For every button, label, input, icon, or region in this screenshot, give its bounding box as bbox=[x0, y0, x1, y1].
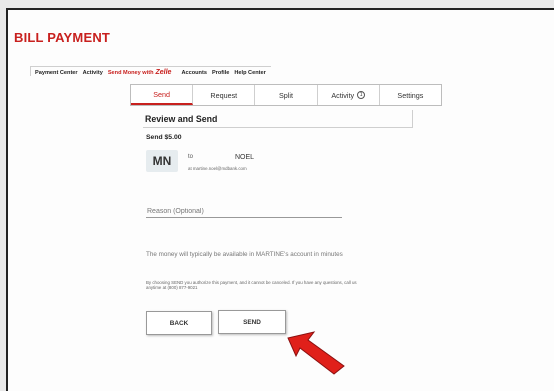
send-button[interactable]: SEND bbox=[218, 310, 286, 334]
back-button[interactable]: BACK bbox=[146, 311, 212, 335]
nav-payment-center[interactable]: Payment Center bbox=[35, 70, 78, 76]
tab-split-label: Split bbox=[279, 90, 293, 100]
red-arrow-shape bbox=[287, 331, 345, 375]
nav-send-money-label: Send Money with bbox=[107, 70, 154, 76]
tab-request[interactable]: Request bbox=[193, 85, 256, 105]
review-title: Review and Send bbox=[145, 114, 218, 124]
disclaimer-line-2: anytime at (800) 877-9021 bbox=[146, 285, 198, 290]
send-amount: Send $5.00 bbox=[146, 134, 182, 141]
tab-send-label: Send bbox=[153, 89, 170, 99]
tab-activity[interactable]: Activity 1 bbox=[318, 85, 380, 105]
zelle-logo: Zelle bbox=[155, 69, 172, 76]
review-header: Review and Send bbox=[143, 110, 413, 128]
tab-send[interactable]: Send bbox=[131, 85, 194, 105]
reason-input[interactable] bbox=[146, 205, 342, 218]
nav-activity[interactable]: Activity bbox=[83, 70, 103, 76]
zelle-tabs: Send Request Split Activity 1 Settings bbox=[130, 84, 442, 106]
tab-settings[interactable]: Settings bbox=[380, 85, 441, 105]
top-navigation: Payment Center Activity Send Money with Z… bbox=[30, 66, 271, 76]
nav-accounts[interactable]: Accounts bbox=[181, 70, 207, 76]
availability-message: The money will typically be available in… bbox=[146, 251, 343, 258]
tab-request-label: Request bbox=[210, 90, 238, 100]
nav-help-center[interactable]: Help Center bbox=[234, 70, 265, 76]
recipient-name: NOEL bbox=[235, 154, 255, 161]
red-arrow-icon bbox=[287, 331, 345, 375]
tab-split[interactable]: Split bbox=[255, 85, 318, 105]
recipient-avatar: MN bbox=[146, 150, 178, 172]
recipient-email: at martine.noel@mdbank.com bbox=[188, 166, 247, 171]
nav-profile[interactable]: Profile bbox=[212, 70, 229, 76]
nav-send-money-zelle[interactable]: Send Money with Zelle bbox=[108, 69, 177, 76]
tab-activity-label: Activity bbox=[331, 90, 355, 100]
tab-settings-label: Settings bbox=[397, 90, 424, 100]
activity-count-badge: 1 bbox=[357, 91, 366, 99]
authorization-disclaimer: By choosing SEND you authorize this paym… bbox=[146, 280, 416, 290]
to-label: to bbox=[188, 154, 194, 160]
app-title: BILL PAYMENT bbox=[14, 30, 111, 45]
